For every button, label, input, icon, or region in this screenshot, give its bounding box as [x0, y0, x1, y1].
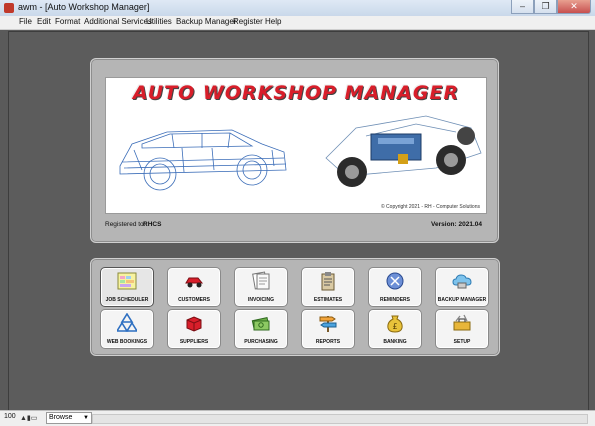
tile-label: BANKING [383, 339, 407, 345]
status-bar: 100 ▲▮▭ Browse ▼ [0, 410, 595, 426]
copyright-text: © Copyright 2021 - RH - Computer Solutio… [380, 204, 480, 210]
mode-value: Browse [49, 414, 73, 421]
backup-manager-button[interactable]: BACKUP MANAGER [435, 267, 489, 307]
tile-label: WEB BOOKINGS [106, 339, 148, 345]
restore-button[interactable]: ❐ [534, 0, 557, 14]
tile-label: REPORTS [315, 339, 341, 345]
triangles-icon [117, 313, 137, 332]
tile-label: REMINDERS [379, 297, 410, 303]
box-icon [186, 316, 202, 332]
menu-utilities[interactable]: Utilities [146, 17, 172, 26]
estimates-button[interactable]: ESTIMATES [301, 267, 355, 307]
calendar-icon [117, 272, 137, 290]
clipboard-icon [321, 272, 335, 291]
job-scheduler-button[interactable]: JOB SCHEDULER [100, 267, 154, 307]
svg-text:£: £ [392, 322, 397, 331]
registered-label: Registered to: [105, 221, 146, 228]
menu-register[interactable]: Register [233, 17, 263, 26]
signpost-icon [319, 316, 337, 332]
menu-help[interactable]: Help [265, 17, 281, 26]
tile-label: CUSTOMERS [178, 297, 210, 303]
mode-select[interactable]: Browse ▼ [46, 412, 92, 424]
suppliers-button[interactable]: SUPPLIERS [167, 309, 221, 349]
chevron-down-icon: ▼ [83, 415, 89, 421]
tile-label: BACKUP MANAGER [437, 297, 487, 303]
setup-button[interactable]: SETUP [435, 309, 489, 349]
window-controls: – ❐ ✕ [511, 0, 591, 14]
purchasing-button[interactable]: PURCHASING [234, 309, 288, 349]
tile-label: SUPPLIERS [179, 339, 209, 345]
minimize-button[interactable]: – [511, 0, 534, 14]
reports-button[interactable]: REPORTS [301, 309, 355, 349]
menu-backup-manager[interactable]: Backup Manager [176, 17, 236, 26]
title-bar: awm - [Auto Workshop Manager] – ❐ ✕ [0, 0, 595, 17]
wireframe-suv-icon [119, 129, 287, 191]
close-button[interactable]: ✕ [557, 0, 591, 14]
tile-label: JOB SCHEDULER [105, 297, 149, 303]
moneybag-icon: £ [387, 315, 403, 333]
layout-mode-icons[interactable]: ▲▮▭ [20, 414, 37, 422]
tile-label: INVOICING [247, 297, 275, 303]
banking-button[interactable]: £ BANKING [368, 309, 422, 349]
menu-edit[interactable]: Edit [37, 17, 51, 26]
navigation-panel: JOB SCHEDULER CUSTOMERS INVOICING ESTIMA… [90, 258, 500, 356]
banner-panel: AUTO WORKSHOP MANAGER © Copyright 2021 -… [90, 58, 499, 243]
menu-format[interactable]: Format [55, 17, 80, 26]
banner-image: AUTO WORKSHOP MANAGER © Copyright 2021 -… [105, 77, 487, 214]
version-text: Version: 2021.04 [431, 221, 482, 228]
menu-bar: File Edit Format Additional Services Uti… [0, 16, 595, 30]
tile-label: ESTIMATES [313, 297, 343, 303]
window-title: awm - [Auto Workshop Manager] [18, 2, 150, 12]
car-icon [185, 277, 204, 288]
toolbox-icon [453, 314, 471, 331]
zoom-level[interactable]: 100 [4, 413, 16, 420]
reminder-icon [386, 272, 404, 290]
invoice-icon [252, 271, 270, 290]
reminders-button[interactable]: REMINDERS [368, 267, 422, 307]
invoicing-button[interactable]: INVOICING [234, 267, 288, 307]
tile-label: SETUP [453, 339, 471, 345]
chassis-engine-icon [325, 115, 482, 187]
web-bookings-button[interactable]: WEB BOOKINGS [100, 309, 154, 349]
app-icon [4, 3, 14, 13]
cloud-icon [452, 274, 472, 289]
menu-additional-services[interactable]: Additional Services [84, 17, 152, 26]
menu-file[interactable]: File [19, 17, 32, 26]
tile-label: PURCHASING [244, 339, 278, 345]
money-icon [251, 317, 270, 331]
horizontal-scrollbar[interactable] [92, 414, 588, 424]
customers-button[interactable]: CUSTOMERS [167, 267, 221, 307]
registered-value: RHCS [143, 221, 162, 228]
